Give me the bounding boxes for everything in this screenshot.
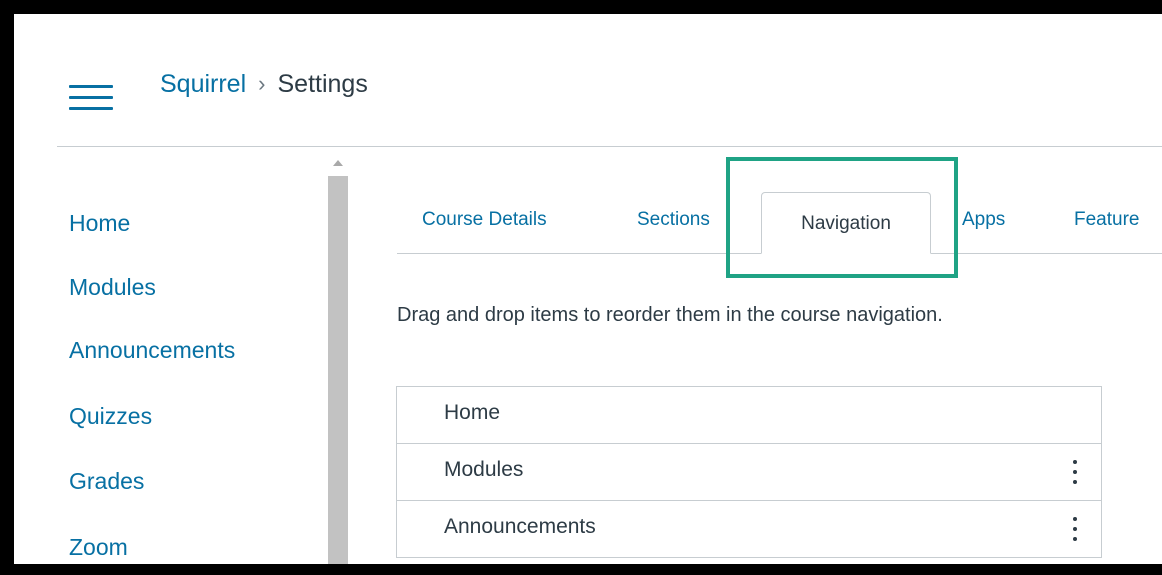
breadcrumb-separator: › — [258, 71, 266, 96]
navigation-item-announcements[interactable]: Announcements — [397, 501, 1101, 558]
navigation-item-label: Modules — [444, 458, 524, 481]
tab-navigation[interactable]: Navigation — [761, 192, 931, 254]
course-nav-announcements[interactable]: Announcements — [69, 337, 235, 364]
settings-page: Squirrel › Settings Home Modules Announc… — [14, 14, 1162, 564]
course-nav-zoom[interactable]: Zoom — [69, 534, 128, 561]
kebab-menu-icon[interactable] — [1071, 460, 1079, 484]
tab-sections[interactable]: Sections — [637, 209, 710, 231]
tab-course-details[interactable]: Course Details — [422, 209, 547, 231]
header-divider — [57, 146, 1162, 147]
navigation-instructions: Drag and drop items to reorder them in t… — [397, 304, 943, 326]
course-nav-grades[interactable]: Grades — [69, 468, 144, 495]
navigation-item-modules[interactable]: Modules — [397, 444, 1101, 501]
breadcrumb-current-page: Settings — [277, 69, 368, 98]
breadcrumb-course-link[interactable]: Squirrel — [160, 70, 246, 99]
course-nav-home[interactable]: Home — [69, 210, 130, 237]
course-nav-scrollbar[interactable] — [326, 154, 350, 564]
course-nav-quizzes[interactable]: Quizzes — [69, 403, 152, 430]
tab-feature-options[interactable]: Feature — [1074, 209, 1139, 231]
course-nav-modules[interactable]: Modules — [69, 274, 156, 301]
breadcrumb: Squirrel › Settings — [160, 64, 368, 104]
navigation-item-label: Announcements — [444, 515, 596, 538]
tab-apps[interactable]: Apps — [962, 209, 1005, 231]
navigation-item-list: Home Modules Announcements — [396, 386, 1102, 558]
hamburger-menu-icon[interactable] — [69, 82, 113, 112]
tab-navigation-label: Navigation — [801, 213, 891, 234]
kebab-menu-icon[interactable] — [1071, 517, 1079, 541]
scroll-up-icon[interactable] — [333, 160, 343, 166]
navigation-item-home[interactable]: Home — [397, 387, 1101, 444]
scrollbar-thumb[interactable] — [328, 176, 348, 564]
navigation-item-label: Home — [444, 401, 501, 424]
